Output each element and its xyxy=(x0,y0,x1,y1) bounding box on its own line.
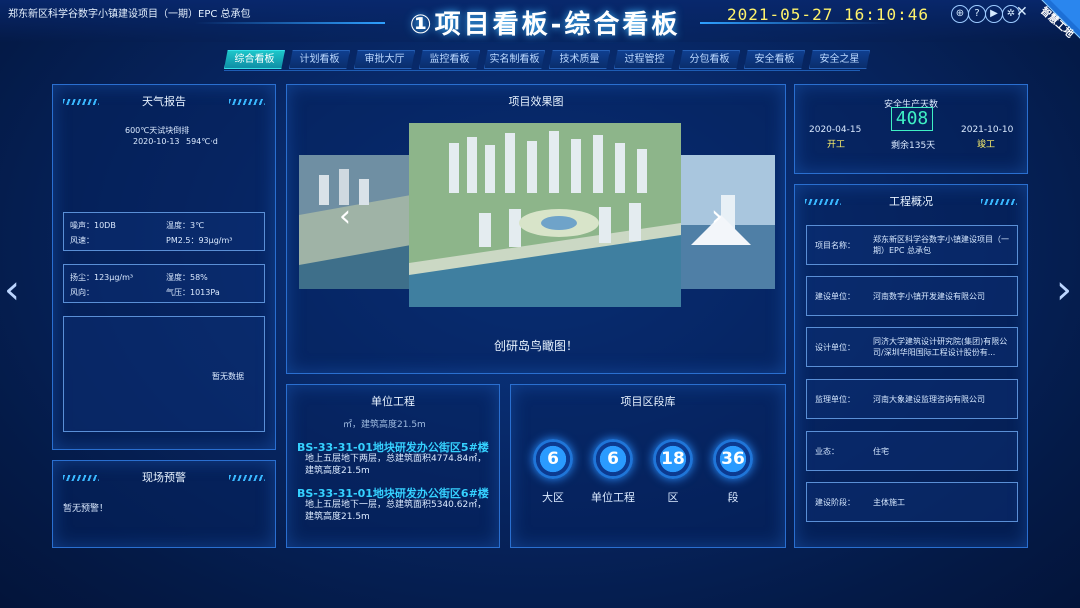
segment-count-ring: 36 xyxy=(713,439,753,479)
next-page-arrow[interactable]: › xyxy=(1056,270,1072,310)
overview-value: 住宅 xyxy=(873,446,889,456)
unit-count-label: 单位工程 xyxy=(591,491,635,504)
help-icon[interactable]: ? xyxy=(968,5,986,23)
tab-bar: 综合看板 计划看板 审批大厅 监控看板 实名制看板 技术质量 过程管控 分包看板… xyxy=(224,50,870,69)
tab-safety[interactable]: 安全看板 xyxy=(744,50,805,69)
tab-realname[interactable]: 实名制看板 xyxy=(484,50,545,69)
no-data-text: 暂无数据 xyxy=(212,372,244,381)
curing-date: 2020-10-13 xyxy=(133,137,180,146)
alert-title: 现场预警 xyxy=(142,471,186,484)
collapse-icon[interactable]: ✕ xyxy=(1016,4,1028,20)
rendering-caption: 创研岛鸟瞰图！ xyxy=(493,339,578,353)
curing-value: 594℃·d xyxy=(186,137,218,146)
safety-days-panel: 安全生产天数 408 2020-04-15 开工 剩余135天 2021-10-… xyxy=(794,84,1028,174)
overview-row-supervisor: 监理单位： 河南大象建设监理咨询有限公司 xyxy=(806,379,1018,419)
overview-row-business-type: 业态： 住宅 xyxy=(806,431,1018,471)
pressure-reading: 气压：1013Pa xyxy=(166,288,220,297)
zone-count-ring: 18 xyxy=(653,439,693,479)
weather-box-2: 扬尘：123μg/m³ 湿度：58% 风向： 气压：1013Pa xyxy=(63,264,265,303)
overview-value: 同济大学建筑设计研究院(集团)有限公司/深圳华阳国际工程设计股份有... xyxy=(873,337,1008,357)
overview-value: 河南大象建设监理咨询有限公司 xyxy=(873,394,985,404)
zone-count-label: 区 xyxy=(667,491,679,504)
overview-title: 工程概况 xyxy=(889,195,933,208)
overview-label: 设计单位： xyxy=(815,342,855,352)
curing-note: 600℃天试块倒排 xyxy=(125,126,190,135)
overview-label: 业态： xyxy=(815,446,839,456)
start-label: 开工 xyxy=(827,140,846,150)
unit-works-panel: 单位工程 ㎡，建筑高度21.5m BS-33-31-01地块研发办公街区5#楼 … xyxy=(286,384,500,548)
temperature-reading: 温度：3℃ xyxy=(166,221,205,230)
end-date: 2021-10-10 xyxy=(961,125,1014,135)
region-count-ring: 6 xyxy=(533,439,573,479)
overview-value: 郑东新区科学谷数字小镇建设项目（一期）EPC 总承包 xyxy=(873,235,1009,255)
fullscreen-icon[interactable]: ⊕ xyxy=(951,5,969,23)
overview-value: 主体施工 xyxy=(873,497,905,507)
prev-page-arrow[interactable]: ‹ xyxy=(4,270,20,310)
dust-reading: 扬尘：123μg/m³ xyxy=(70,273,134,282)
wind-speed-reading: 风速： xyxy=(70,236,94,245)
carousel-prev-arrow[interactable]: ‹ xyxy=(339,199,351,234)
tab-overview[interactable]: 综合看板 xyxy=(224,50,285,69)
unit-works-title: 单位工程 xyxy=(371,395,415,408)
overview-row-designer: 设计单位： 同济大学建筑设计研究院(集团)有限公司/深圳华阳国际工程设计股份有.… xyxy=(806,327,1018,367)
overview-row-developer: 建设单位： 河南数字小镇开发建设有限公司 xyxy=(806,276,1018,316)
tab-tech-quality[interactable]: 技术质量 xyxy=(549,50,610,69)
region-count-label: 大区 xyxy=(542,491,564,504)
carousel-image-prev[interactable] xyxy=(299,155,411,289)
tab-underline xyxy=(224,70,860,71)
noise-reading: 噪声：10DB xyxy=(70,221,116,230)
unit-work-desc-1: 地上五层地下两层，总建筑面积4774.84㎡，建筑高度21.5m xyxy=(305,454,487,476)
project-name: 郑东新区科学谷数字小镇建设项目（一期）EPC 总承包 xyxy=(8,9,251,20)
page-title: ①项目看板-综合看板 xyxy=(409,10,681,40)
unit-work-desc-2: 地上五层地下一层，总建筑面积5340.62㎡，建筑高度21.5m xyxy=(305,500,487,522)
unit-count-ring: 6 xyxy=(593,439,633,479)
weather-panel: 天气报告 600℃天试块倒排 2020-10-13 594℃·d 噪声：10DB… xyxy=(52,84,276,450)
carousel-image-next[interactable] xyxy=(681,155,775,289)
humidity-reading: 湿度：58% xyxy=(166,273,208,282)
start-date: 2020-04-15 xyxy=(809,125,862,135)
title-decoration-left xyxy=(195,22,385,24)
tab-safety-star[interactable]: 安全之星 xyxy=(809,50,870,69)
tab-process[interactable]: 过程管控 xyxy=(614,50,675,69)
weather-title: 天气报告 xyxy=(142,95,186,108)
alert-panel: 现场预警 暂无预警！ xyxy=(52,460,276,548)
overview-label: 建设单位： xyxy=(815,291,855,301)
tab-approval[interactable]: 审批大厅 xyxy=(354,50,415,69)
section-library-title: 项目区段库 xyxy=(620,395,676,408)
safety-days-value: 408 xyxy=(891,107,933,131)
overview-value: 河南数字小镇开发建设有限公司 xyxy=(873,291,985,301)
overview-row-stage: 建设阶段： 主体施工 xyxy=(806,482,1018,522)
overview-row-project-name: 项目名称： 郑东新区科学谷数字小镇建设项目（一期）EPC 总承包 xyxy=(806,225,1018,265)
section-library-panel: 项目区段库 6 6 18 36 大区 单位工程 区 段 xyxy=(510,384,786,548)
wind-direction-reading: 风向： xyxy=(70,288,94,297)
unit-works-partial-line: ㎡，建筑高度21.5m xyxy=(343,420,426,428)
alert-content: 暂无预警！ xyxy=(63,504,109,514)
tab-plan[interactable]: 计划看板 xyxy=(289,50,350,69)
weather-box-1: 噪声：10DB 温度：3℃ 风速： PM2.5：93μg/m³ xyxy=(63,212,265,251)
tab-monitor[interactable]: 监控看板 xyxy=(419,50,480,69)
end-label: 竣工 xyxy=(977,140,996,150)
rendering-panel: 项目效果图 ‹ › 创研岛鸟瞰图！ xyxy=(286,84,786,374)
segment-count-label: 段 xyxy=(727,491,739,504)
play-icon[interactable]: ▶ xyxy=(985,5,1003,23)
overview-label: 建设阶段： xyxy=(815,497,855,507)
pm25-reading: PM2.5：93μg/m³ xyxy=(166,236,233,245)
rendering-title: 项目效果图 xyxy=(508,95,564,108)
overview-label: 项目名称： xyxy=(815,240,855,250)
carousel-next-arrow[interactable]: › xyxy=(711,199,723,234)
weather-empty-box: 暂无数据 xyxy=(63,316,265,432)
tab-subcontract[interactable]: 分包看板 xyxy=(679,50,740,69)
remaining-days: 剩余135天 xyxy=(891,141,936,151)
datetime-display: 2021-05-27 16:10:46 xyxy=(727,5,930,24)
carousel-image-main[interactable] xyxy=(409,123,681,307)
overview-label: 监理单位： xyxy=(815,394,855,404)
